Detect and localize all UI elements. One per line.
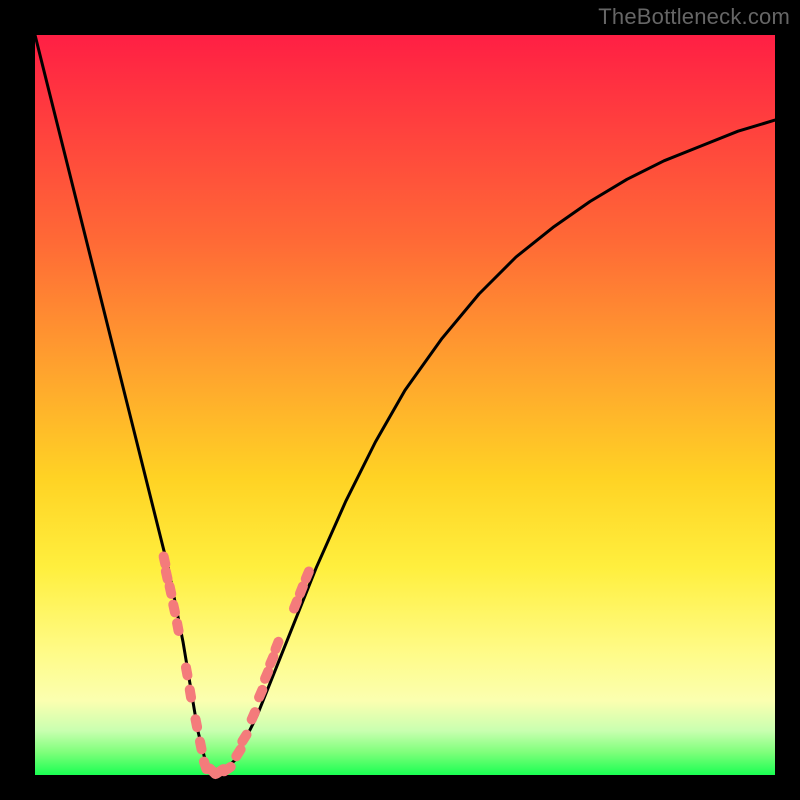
watermark-text: TheBottleneck.com — [598, 4, 790, 30]
curve-marker — [164, 580, 178, 600]
plot-area — [35, 35, 775, 775]
curve-marker — [184, 684, 197, 703]
curve-marker — [194, 736, 207, 756]
bottleneck-curve — [35, 35, 775, 775]
chart-frame: TheBottleneck.com — [0, 0, 800, 800]
curve-markers — [158, 551, 316, 782]
curve-marker — [190, 713, 203, 733]
curve-marker — [180, 662, 193, 682]
curve-marker — [167, 599, 181, 619]
curve-layer — [35, 35, 775, 775]
curve-marker — [171, 617, 184, 637]
